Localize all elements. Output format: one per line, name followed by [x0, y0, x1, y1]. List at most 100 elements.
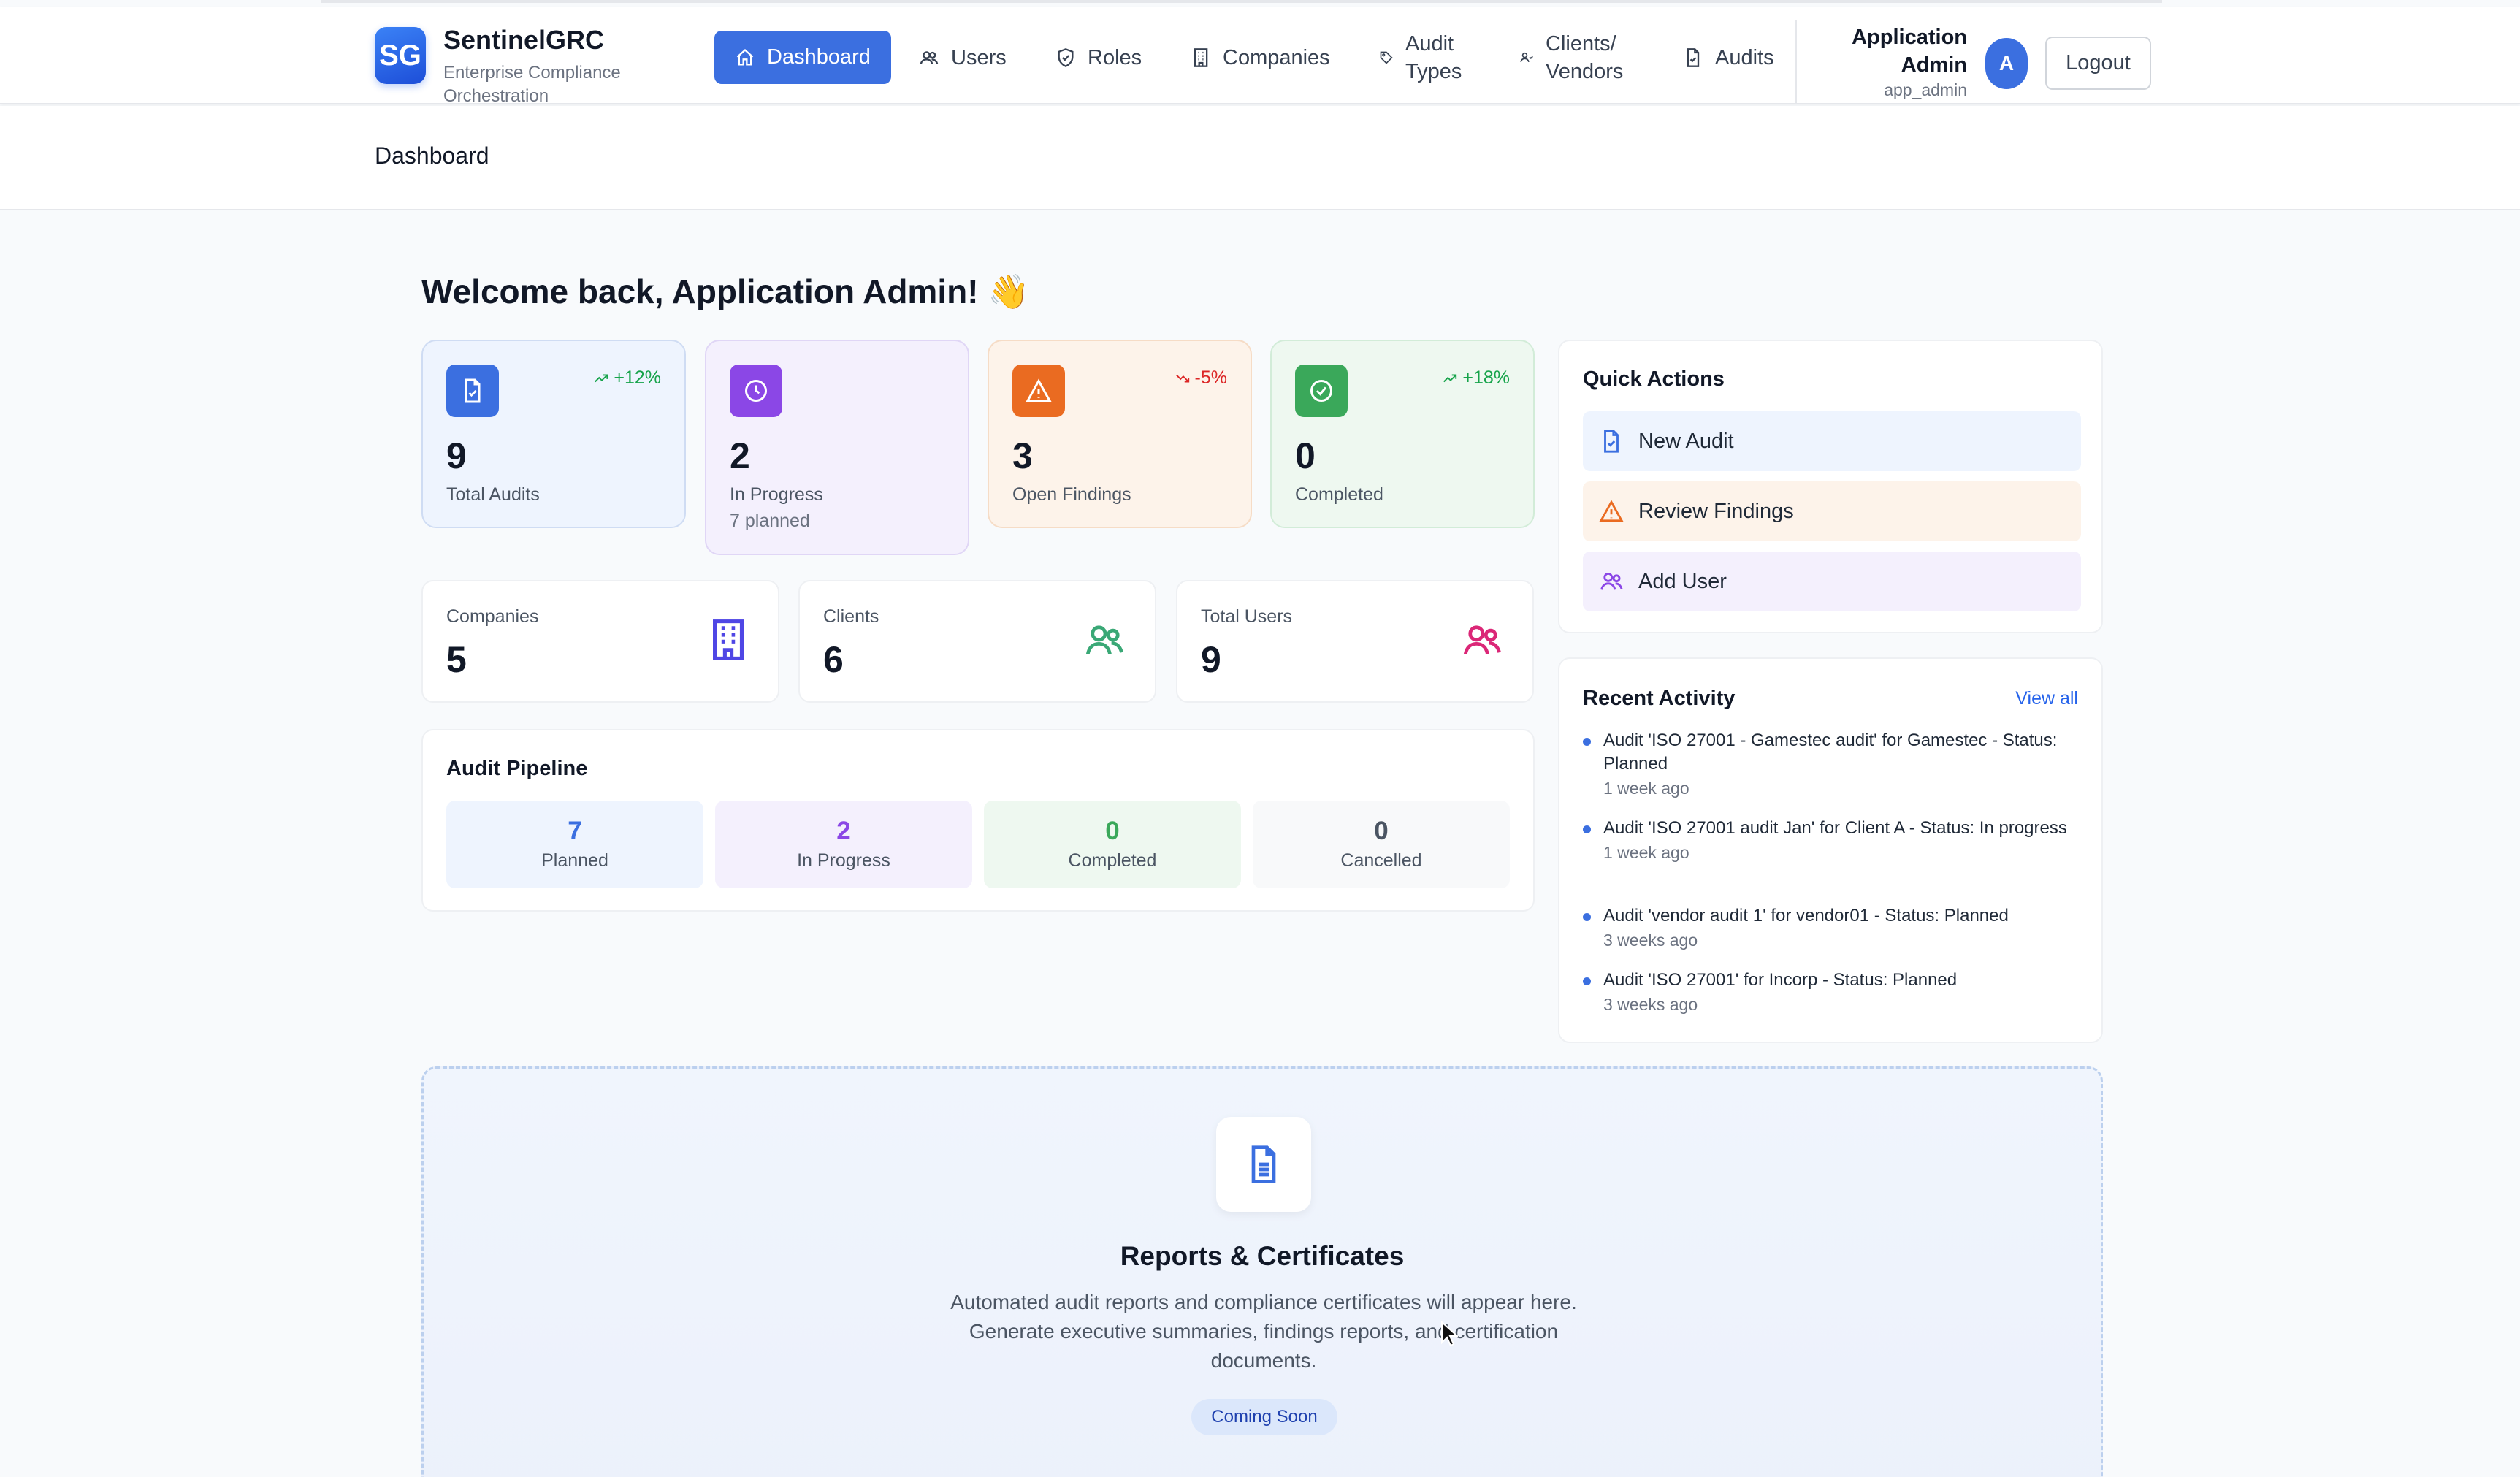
pipeline-completed[interactable]: 0 Completed — [984, 801, 1241, 888]
entity-value: 9 — [1201, 639, 1221, 680]
trend-up-icon — [1443, 374, 1457, 382]
stat-label: In Progress — [730, 484, 823, 505]
coming-soon-badge: Coming Soon — [1191, 1399, 1337, 1435]
activity-item[interactable]: Audit 'ISO 27001 - Gamestec audit' for G… — [1583, 729, 2087, 798]
nav-users[interactable]: Users — [919, 31, 1007, 85]
stat-card-in-progress[interactable]: 2 In Progress 7 planned — [705, 340, 969, 555]
reports-description: Automated audit reports and compliance c… — [950, 1291, 1577, 1372]
stat-label: Total Audits — [446, 484, 540, 505]
nav-label: Dashboard — [767, 45, 871, 69]
section-title: Audit Pipeline — [446, 757, 588, 780]
stat-label: Completed — [1295, 484, 1383, 505]
avatar[interactable]: A — [1985, 38, 2028, 89]
audit-pipeline: Audit Pipeline 7 Planned 2 In Progress 0… — [421, 729, 1535, 912]
activity-item[interactable]: Audit 'ISO 27001 audit Jan' for Client A… — [1583, 817, 2087, 863]
alert-triangle-icon — [1012, 365, 1065, 417]
file-check-icon — [1604, 430, 1619, 453]
breadcrumb: Dashboard — [375, 142, 489, 169]
entity-value: 5 — [446, 639, 467, 680]
user-handle: app_admin — [1884, 80, 1967, 99]
file-check-icon — [1687, 48, 1700, 67]
check-circle-icon — [1295, 365, 1348, 417]
nav-roles[interactable]: Roles — [1055, 31, 1142, 85]
alert-triangle-icon — [1599, 500, 1624, 522]
entity-card-total-users[interactable]: Total Users 9 — [1176, 580, 1534, 703]
users-icon — [1462, 618, 1503, 662]
stat-value: 9 — [446, 435, 467, 476]
section-title: Quick Actions — [1583, 367, 1725, 391]
tag-icon — [1380, 51, 1393, 64]
add-user-button[interactable]: Add User — [1583, 552, 2081, 611]
nav-companies[interactable]: Companies — [1191, 31, 1330, 85]
people-icon — [1520, 52, 1533, 63]
bullet-dot — [1583, 913, 1591, 921]
brand-subtitle: Enterprise Compliance Orchestration — [443, 63, 621, 106]
header-divider — [1795, 20, 1797, 104]
stat-value: 3 — [1012, 435, 1033, 476]
breadcrumb-bar: Dashboard — [0, 106, 2520, 210]
stat-card-total-audits[interactable]: +12% 9 Total Audits — [421, 340, 686, 528]
stat-sublabel: 7 planned — [730, 511, 810, 531]
bullet-dot — [1583, 825, 1591, 833]
reports-title: Reports & Certificates — [1120, 1241, 1405, 1271]
user-name: Application Admin — [1852, 26, 1967, 77]
pipeline-planned[interactable]: 7 Planned — [446, 801, 703, 888]
nav-clients-vendors[interactable]: Clients/Vendors — [1519, 31, 1623, 85]
view-all-link[interactable]: View all — [2015, 688, 2078, 709]
users-icon — [1600, 572, 1623, 590]
mouse-cursor-icon — [1441, 1321, 1458, 1347]
nav-label: Users — [951, 45, 1007, 69]
entity-value: 6 — [823, 639, 844, 680]
brand-logo[interactable]: SG — [375, 27, 426, 84]
entity-card-companies[interactable]: Companies 5 — [421, 580, 779, 703]
shield-icon — [1058, 48, 1074, 67]
trend-badge: +18% — [1442, 367, 1510, 389]
brand-name: SentinelGRC — [443, 25, 605, 55]
activity-item[interactable]: Audit 'vendor audit 1' for vendor01 - St… — [1583, 904, 2087, 950]
building-icon — [708, 618, 749, 662]
bullet-dot — [1583, 738, 1591, 746]
bullet-dot — [1583, 977, 1591, 985]
trend-up-icon — [595, 374, 608, 382]
users-icon — [920, 51, 939, 64]
stat-label: Open Findings — [1012, 484, 1131, 505]
welcome-heading: Welcome back, Application Admin! 👋 — [421, 272, 1030, 310]
entity-label: Clients — [823, 606, 879, 627]
nav-label: Roles — [1088, 45, 1142, 69]
recent-activity: Recent Activity View all Audit 'ISO 2700… — [1558, 657, 2103, 1043]
pipeline-cancelled[interactable]: 0 Cancelled — [1253, 801, 1510, 888]
nav-label: Audit Types — [1405, 32, 1462, 83]
nav-audits[interactable]: Audits — [1683, 31, 1774, 85]
logout-button[interactable]: Logout — [2045, 37, 2151, 90]
review-findings-button[interactable]: Review Findings — [1583, 481, 2081, 541]
nav-label: Clients/Vendors — [1546, 32, 1624, 83]
section-title: Recent Activity — [1583, 687, 1736, 710]
home-icon — [736, 48, 754, 65]
entity-label: Companies — [446, 606, 539, 627]
app-header: SG SentinelGRC Enterprise Compliance Orc… — [0, 7, 2520, 106]
file-check-icon — [446, 365, 499, 417]
entity-card-clients[interactable]: Clients 6 — [798, 580, 1156, 703]
reports-certificates-panel: Reports & Certificates Automated audit r… — [421, 1066, 2103, 1477]
trend-badge: -5% — [1175, 367, 1227, 389]
entity-label: Total Users — [1201, 606, 1293, 627]
clients-icon — [1085, 618, 1126, 662]
new-audit-button[interactable]: New Audit — [1583, 411, 2081, 471]
activity-item[interactable]: Audit 'ISO 27001' for Incorp - Status: P… — [1583, 969, 2087, 1015]
stat-card-open-findings[interactable]: -5% 3 Open Findings — [988, 340, 1252, 528]
stat-card-completed[interactable]: +18% 0 Completed — [1270, 340, 1535, 528]
nav-audit-types[interactable]: Audit Types — [1379, 31, 1462, 85]
trend-down-icon — [1175, 374, 1189, 382]
nav-dashboard[interactable]: Dashboard — [714, 31, 891, 84]
nav-label: Audits — [1715, 45, 1774, 69]
quick-actions: Quick Actions New Audit Review Findings … — [1558, 340, 2103, 633]
trend-badge: +12% — [593, 367, 661, 389]
stat-value: 2 — [730, 435, 750, 476]
stat-value: 0 — [1295, 435, 1316, 476]
pipeline-in-progress[interactable]: 2 In Progress — [715, 801, 972, 888]
building-icon — [1194, 48, 1208, 67]
top-progress-line — [321, 0, 2162, 3]
nav-label: Companies — [1223, 45, 1330, 69]
document-icon — [1216, 1117, 1311, 1212]
clock-icon — [730, 365, 782, 417]
